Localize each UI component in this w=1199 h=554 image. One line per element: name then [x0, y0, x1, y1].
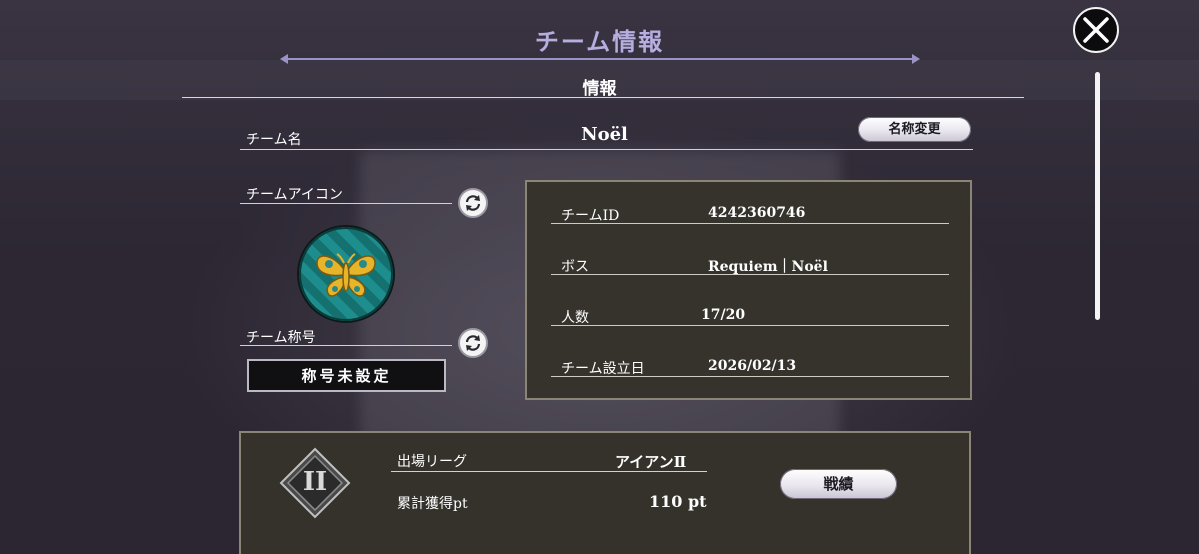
team-id-value: 4242360746 — [708, 205, 806, 221]
record-button[interactable]: 戦績 — [780, 469, 897, 499]
founded-divider — [551, 376, 949, 377]
team-icon-divider — [240, 203, 452, 204]
team-emblem — [297, 225, 395, 323]
team-title-label: チーム称号 — [246, 330, 316, 346]
members-value: 17/20 — [701, 307, 746, 323]
team-info-screen: チーム情報 情報 チーム名 Noël 名称変更 チームアイコン チーム称号 称号… — [0, 0, 1199, 554]
rename-button[interactable]: 名称変更 — [858, 117, 971, 142]
team-id-label: チームID — [561, 208, 620, 224]
team-id-divider — [551, 223, 949, 224]
divider-right-arrow-icon — [912, 54, 920, 64]
boss-divider — [551, 274, 949, 275]
members-divider — [551, 325, 949, 326]
close-button[interactable] — [1073, 7, 1119, 53]
founded-label: チーム設立日 — [561, 361, 645, 377]
league-panel: II 出場リーグ アイアンⅡ 累計獲得pt 110 pt 戦績 — [239, 431, 971, 554]
boss-value: Requiem｜Noël — [708, 259, 828, 275]
change-title-button[interactable] — [458, 328, 488, 358]
boss-label: ボス — [561, 259, 589, 275]
team-icon-label: チームアイコン — [246, 187, 343, 203]
team-name-value: Noël — [581, 124, 628, 145]
points-label: 累計獲得pt — [397, 496, 468, 512]
league-rank-numeral: II — [302, 467, 328, 497]
refresh-icon — [465, 335, 481, 351]
page-title: チーム情報 — [534, 27, 665, 56]
divider-left-arrow-icon — [280, 54, 288, 64]
team-title-plate[interactable]: 称号未設定 — [247, 359, 446, 392]
points-value: 110 pt — [649, 492, 707, 511]
change-icon-button[interactable] — [458, 188, 488, 218]
scrollbar[interactable] — [1095, 72, 1100, 320]
league-label: 出場リーグ — [397, 454, 467, 470]
league-divider — [391, 471, 707, 472]
league-value: アイアンⅡ — [615, 453, 687, 471]
team-name-divider — [240, 149, 973, 150]
butterfly-emblem-icon — [299, 227, 393, 321]
founded-value: 2026/02/13 — [708, 358, 797, 374]
members-label: 人数 — [561, 310, 589, 326]
title-divider — [280, 54, 920, 64]
league-rank-badge: II — [279, 447, 351, 519]
refresh-icon — [465, 195, 481, 211]
section-divider — [182, 97, 1024, 98]
section-heading: 情報 — [582, 79, 617, 99]
close-icon — [1083, 17, 1109, 43]
team-title-divider — [240, 345, 452, 346]
team-info-panel: チームID 4242360746 ボス Requiem｜Noël 人数 17/2… — [525, 180, 972, 400]
